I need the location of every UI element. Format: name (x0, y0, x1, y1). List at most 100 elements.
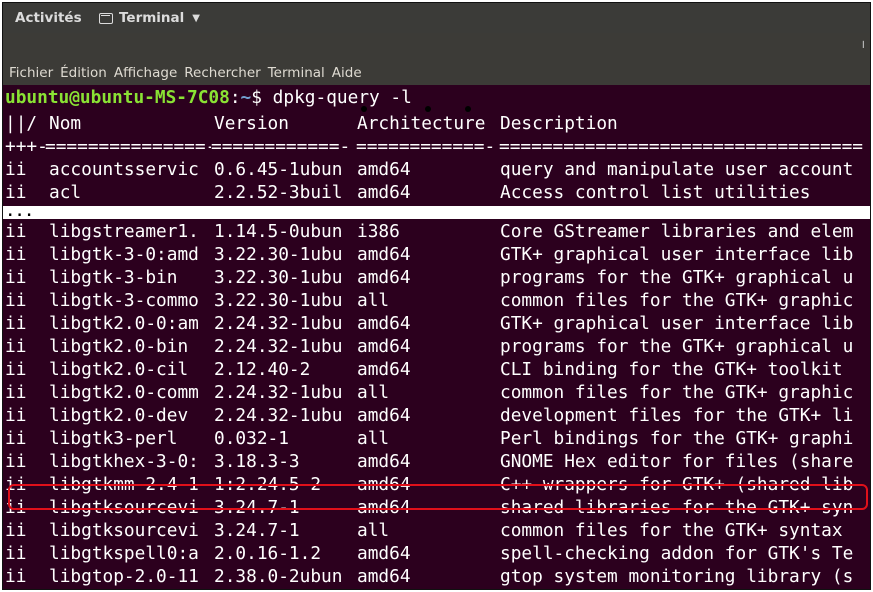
prompt-separator: : (229, 87, 241, 108)
cell-version: 2.0.16-1.2 (214, 543, 322, 564)
cell-architecture: amd64 (357, 451, 411, 472)
cell-description: Access control list utilities (500, 182, 811, 203)
cell-name: acl (49, 182, 82, 203)
cell-architecture: amd64 (357, 543, 411, 564)
command-prompt-line: ubuntu@ubuntu-MS-7C08:~$ dpkg-query -l (5, 86, 412, 109)
menu-rechercher[interactable]: Rechercher (184, 65, 260, 81)
omission-ellipsis: ... (6, 204, 35, 220)
cell-name: libgtk2.0-0:am (49, 313, 199, 334)
window-titlebar[interactable]: ╵ (3, 33, 870, 61)
cell-name: libgtkspell0:a (49, 543, 199, 564)
cell-version: 3.24.7-1 (214, 520, 300, 541)
activities-button[interactable]: Activités (15, 10, 82, 26)
highlight-box (8, 484, 868, 510)
cell-status: ii (5, 221, 27, 242)
cell-status: ii (5, 159, 27, 180)
cell-name: libgtk-3-bin (49, 267, 178, 288)
cell-description: common files for the GTK+ graphic (500, 290, 854, 311)
cell-architecture: all (357, 290, 390, 311)
cell-name: libgstreamer1. (49, 221, 199, 242)
menu-fichier[interactable]: Fichier (9, 65, 53, 81)
header-architecture: Architecture (357, 113, 486, 134)
table-row: ii libgstreamer1. 1.14.5-0ubun i386 Core GSt… (5, 220, 870, 243)
cell-description: common files for the GTK+ graphic (500, 382, 854, 403)
cell-status: ii (5, 543, 27, 564)
cell-description: query and manipulate user account (500, 159, 854, 180)
cell-architecture: amd64 (357, 313, 411, 334)
cell-name: accountsservic (49, 159, 199, 180)
menu-terminal[interactable]: Terminal (268, 65, 325, 81)
chevron-down-icon: ▼ (192, 12, 200, 24)
cell-version: 0.6.45-1ubun (214, 159, 343, 180)
cell-version: 2.24.32-1ubu (214, 336, 343, 357)
menu-affichage[interactable]: Affichage (114, 65, 177, 81)
table-row: ii libgtk2.0-bin 2.24.32-1ubu amd64 programs… (5, 335, 870, 358)
table-row: ii libgtop-2.0-11 2.38.0-2ubun amd64 gtop sy… (5, 565, 870, 588)
cell-status: ii (5, 382, 27, 403)
cell-status: ii (5, 566, 27, 587)
prompt-symbol: $ (251, 87, 262, 108)
cell-status: ii (5, 267, 27, 288)
cell-status: ii (5, 313, 27, 334)
cell-version: 2.24.32-1ubu (214, 405, 343, 426)
cell-version: 2.24.32-1ubu (214, 313, 343, 334)
menu-aide[interactable]: Aide (332, 65, 362, 81)
cell-description: Perl bindings for the GTK+ graphi (500, 428, 854, 449)
cell-version: 2.12.40-2 (214, 359, 311, 380)
terminal-window: Activités Terminal ▼ ╵ Fichier Édition A… (2, 2, 871, 590)
terminal-output[interactable]: ubuntu@ubuntu-MS-7C08:~$ dpkg-query -l |… (3, 85, 870, 589)
cell-version: 2.2.52-3buil (214, 182, 343, 203)
table-row: ii libgtk2.0-cil 2.12.40-2 amd64 CLI binding… (5, 358, 870, 381)
cell-version: 2.24.32-1ubu (214, 382, 343, 403)
cell-name: libgtksourcevi (49, 520, 199, 541)
cell-description: development files for the GTK+ li (500, 405, 854, 426)
cell-status: ii (5, 428, 27, 449)
cell-architecture: amd64 (357, 336, 411, 357)
cell-name: libgtk3-perl (49, 428, 178, 449)
cell-status: ii (5, 405, 27, 426)
cell-description: GTK+ graphical user interface lib (500, 313, 854, 334)
cell-architecture: amd64 (357, 405, 411, 426)
cell-status: ii (5, 520, 27, 541)
cell-version: 3.18.3-3 (214, 451, 300, 472)
prompt-path: ~ (240, 87, 252, 108)
cell-status: ii (5, 290, 27, 311)
cell-architecture: amd64 (357, 566, 411, 587)
cell-description: Core GStreamer libraries and elem (500, 221, 854, 242)
cell-architecture: all (357, 520, 390, 541)
cell-status: ii (5, 244, 27, 265)
cell-architecture: i386 (357, 221, 400, 242)
rule-architecture: ============- (356, 136, 496, 157)
resize-handle-icon: ╵ (859, 41, 867, 55)
cell-status: ii (5, 451, 27, 472)
table-header: ||/ Nom Version Architecture Description (5, 112, 870, 135)
table-row: ii libgtk3-perl 0.032-1 all Perl bindings fo… (5, 427, 870, 450)
cell-status: ii (5, 336, 27, 357)
cell-name: libgtk-3-0:amd (49, 244, 199, 265)
cell-name: libgtk-3-commo (49, 290, 199, 311)
app-menu-button[interactable]: Terminal ▼ (99, 10, 200, 26)
table-row: ii libgtk-3-0:amd 3.22.30-1ubu amd64 GTK+ gr… (5, 243, 870, 266)
table-row: ii libgtk2.0-comm 2.24.32-1ubu all common fi… (5, 381, 870, 404)
cell-architecture: all (357, 428, 390, 449)
table-row: ii libgtksourcevi 3.24.7-1 all common files … (5, 519, 870, 542)
cell-architecture: amd64 (357, 244, 411, 265)
table-row: ii accountsservic 0.6.45-1ubun amd64 query a… (5, 158, 870, 181)
table-row: ii libgtkhex-3-0: 3.18.3-3 amd64 GNOME Hex e… (5, 450, 870, 473)
cell-description: programs for the GTK+ graphical u (500, 267, 854, 288)
table-row: ii libgtk-3-commo 3.22.30-1ubu all common fi… (5, 289, 870, 312)
rule-name: ===============- (45, 136, 211, 157)
cell-architecture: amd64 (357, 359, 411, 380)
table-row: ii libgtk2.0-dev 2.24.32-1ubu amd64 developm… (5, 404, 870, 427)
top-bar: Activités Terminal ▼ (3, 3, 870, 33)
cell-description: CLI binding for the GTK+ toolkit (500, 359, 843, 380)
cell-description: programs for the GTK+ graphical u (500, 336, 854, 357)
header-status: ||/ (5, 113, 38, 134)
table-row: ii libgtk-3-bin 3.22.30-1ubu amd64 programs … (5, 266, 870, 289)
menu-edition[interactable]: Édition (60, 65, 107, 81)
header-name: Nom (49, 113, 82, 134)
cell-version: 3.22.30-1ubu (214, 244, 343, 265)
cell-version: 3.22.30-1ubu (214, 267, 343, 288)
menu-bar: Fichier Édition Affichage Rechercher Ter… (3, 61, 870, 85)
cell-description: GTK+ graphical user interface lib (500, 244, 854, 265)
